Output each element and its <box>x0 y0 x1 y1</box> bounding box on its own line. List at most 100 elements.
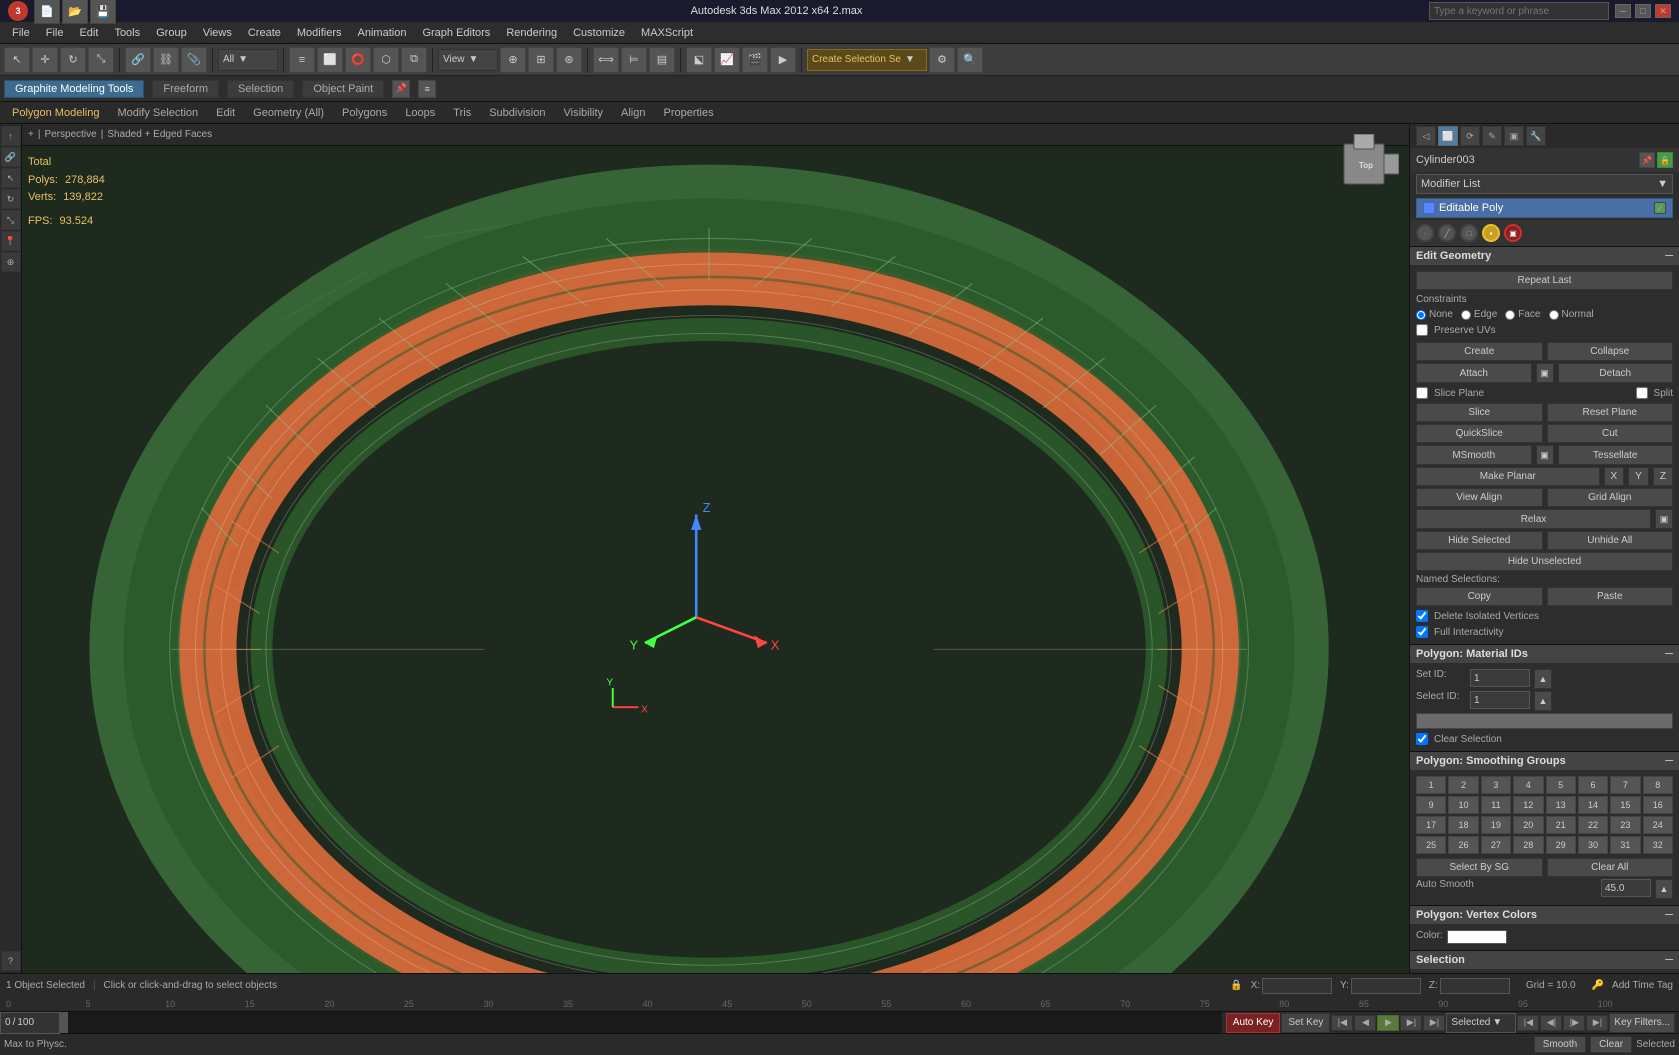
color-swatch[interactable] <box>1447 930 1507 944</box>
sub-modify-selection[interactable]: Modify Selection <box>109 105 206 121</box>
set-id-input[interactable] <box>1470 669 1530 687</box>
sg-26[interactable]: 26 <box>1448 836 1478 854</box>
view-align-btn[interactable]: View Align <box>1416 488 1543 507</box>
auto-smooth-input[interactable] <box>1601 879 1651 897</box>
view-cube[interactable]: Top <box>1329 134 1399 204</box>
sub-subdivision[interactable]: Subdivision <box>481 105 553 121</box>
link-btn[interactable]: 🔗 <box>125 47 151 73</box>
selection-title[interactable]: Selection ─ <box>1410 951 1679 969</box>
detach-btn[interactable]: Detach <box>1558 363 1674 383</box>
sg-11[interactable]: 11 <box>1481 796 1511 814</box>
sg-1[interactable]: 1 <box>1416 776 1446 794</box>
auto-key-btn[interactable]: Auto Key <box>1226 1013 1281 1033</box>
lt-move[interactable]: ↑ <box>1 126 21 146</box>
search-input[interactable] <box>1429 2 1609 20</box>
snap2-btn[interactable]: ⊞ <box>528 47 554 73</box>
key-filters-btn[interactable]: Key Filters... <box>1609 1013 1675 1033</box>
sg-8[interactable]: 8 <box>1643 776 1673 794</box>
menu-views[interactable]: Group <box>148 25 195 41</box>
sub-edit[interactable]: Edit <box>208 105 243 121</box>
curve-editor-btn[interactable]: 📈 <box>714 47 740 73</box>
subobj-element[interactable]: ▣ <box>1504 224 1522 242</box>
menu-group[interactable]: Tools <box>106 25 148 41</box>
key-filter-4[interactable]: ▶| <box>1586 1015 1608 1031</box>
key-filter-3[interactable]: |▶ <box>1563 1015 1585 1031</box>
obj-pin-icon[interactable]: 📌 <box>1639 152 1655 168</box>
obj-lock-icon[interactable]: 🔒 <box>1657 152 1673 168</box>
hide-unselected-btn[interactable]: Hide Unselected <box>1416 552 1673 571</box>
sg-18[interactable]: 18 <box>1448 816 1478 834</box>
constraint-normal[interactable]: Normal <box>1549 309 1594 320</box>
split-check[interactable] <box>1636 387 1648 399</box>
timeline-track[interactable] <box>60 1012 1222 1033</box>
select-circle-btn[interactable]: ⭕ <box>345 47 371 73</box>
sg-5[interactable]: 5 <box>1546 776 1576 794</box>
menu-customize[interactable]: Rendering <box>498 25 565 41</box>
sg-14[interactable]: 14 <box>1578 796 1608 814</box>
attach-btn[interactable]: Attach <box>1416 363 1532 383</box>
grid-align-btn[interactable]: Grid Align <box>1547 488 1674 507</box>
extra-btn-2[interactable]: 🔍 <box>957 47 983 73</box>
reset-plane-btn[interactable]: Reset Plane <box>1547 403 1674 422</box>
save-btn[interactable]: 💾 <box>90 0 116 24</box>
relax-settings-btn[interactable]: ▣ <box>1655 509 1673 529</box>
copy-btn[interactable]: Copy <box>1416 587 1543 606</box>
vp-shaded[interactable]: Shaded + Edged Faces <box>107 129 212 140</box>
panel-icon-motion[interactable]: ✎ <box>1482 126 1502 146</box>
play-btn[interactable]: ▶ <box>1377 1015 1399 1031</box>
y-input[interactable] <box>1351 978 1421 994</box>
sub-loops[interactable]: Loops <box>397 105 443 121</box>
lt-scale[interactable]: ⤡ <box>1 210 21 230</box>
tessellate-btn[interactable]: Tessellate <box>1558 445 1674 465</box>
render-setup-btn[interactable]: 🎬 <box>742 47 768 73</box>
lt-help[interactable]: ? <box>1 951 21 971</box>
modifier-dropdown[interactable]: Modifier List ▼ <box>1416 174 1673 194</box>
menu-tools[interactable]: Edit <box>71 25 106 41</box>
select-by-sg-btn[interactable]: Select By SG <box>1416 858 1543 877</box>
repeat-last-btn[interactable]: Repeat Last <box>1416 271 1673 290</box>
sg-28[interactable]: 28 <box>1513 836 1543 854</box>
sub-polygon-modeling[interactable]: Polygon Modeling <box>4 105 107 121</box>
make-planar-btn[interactable]: Make Planar <box>1416 467 1600 486</box>
graphite-icon-2[interactable]: ≡ <box>418 80 436 98</box>
sub-polygons[interactable]: Polygons <box>334 105 395 121</box>
lt-snap[interactable]: ⊕ <box>1 252 21 272</box>
sub-properties[interactable]: Properties <box>655 105 721 121</box>
lt-rotate[interactable]: ↻ <box>1 189 21 209</box>
sg-13[interactable]: 13 <box>1546 796 1576 814</box>
minimize-btn[interactable]: ─ <box>1615 4 1631 18</box>
panel-icon-modify[interactable]: ⬜ <box>1438 126 1458 146</box>
sub-visibility[interactable]: Visibility <box>555 105 611 121</box>
panel-icon-back[interactable]: ◁ <box>1416 126 1436 146</box>
preserve-uvs-check[interactable] <box>1416 324 1428 336</box>
z-btn[interactable]: Z <box>1653 467 1673 486</box>
lt-place[interactable]: 📍 <box>1 231 21 251</box>
align-btn[interactable]: ⊨ <box>621 47 647 73</box>
create-btn[interactable]: Create <box>1416 342 1543 361</box>
menu-graph-editors[interactable]: Animation <box>350 25 415 41</box>
menu-animation[interactable]: Modifiers <box>289 25 350 41</box>
set-id-up-btn[interactable]: ▲ <box>1534 669 1552 689</box>
sg-4[interactable]: 4 <box>1513 776 1543 794</box>
paste-btn[interactable]: Paste <box>1547 587 1674 606</box>
modifier-vis-icon[interactable]: ✓ <box>1654 202 1666 214</box>
select-mode-dropdown[interactable]: All ▼ <box>218 49 278 71</box>
schematic-btn[interactable]: ⬕ <box>686 47 712 73</box>
subobj-vertex[interactable]: · <box>1416 224 1434 242</box>
sg-17[interactable]: 17 <box>1416 816 1446 834</box>
smooth-btn[interactable]: Smooth <box>1534 1036 1586 1053</box>
menu-file[interactable]: File <box>4 25 38 41</box>
select-rect-btn[interactable]: ⬜ <box>317 47 343 73</box>
sg-31[interactable]: 31 <box>1610 836 1640 854</box>
sg-29[interactable]: 29 <box>1546 836 1576 854</box>
panel-icon-hierarchy[interactable]: ⟳ <box>1460 126 1480 146</box>
sg-23[interactable]: 23 <box>1610 816 1640 834</box>
create-selection-dropdown[interactable]: Create Selection Se ▼ <box>807 49 927 71</box>
tab-freeform[interactable]: Freeform <box>152 80 219 98</box>
lock-icon[interactable]: 🔒 <box>1230 980 1242 991</box>
attach-settings-btn[interactable]: ▣ <box>1536 363 1554 383</box>
sg-2[interactable]: 2 <box>1448 776 1478 794</box>
sg-21[interactable]: 21 <box>1546 816 1576 834</box>
constraint-edge[interactable]: Edge <box>1461 309 1497 320</box>
sg-19[interactable]: 19 <box>1481 816 1511 834</box>
